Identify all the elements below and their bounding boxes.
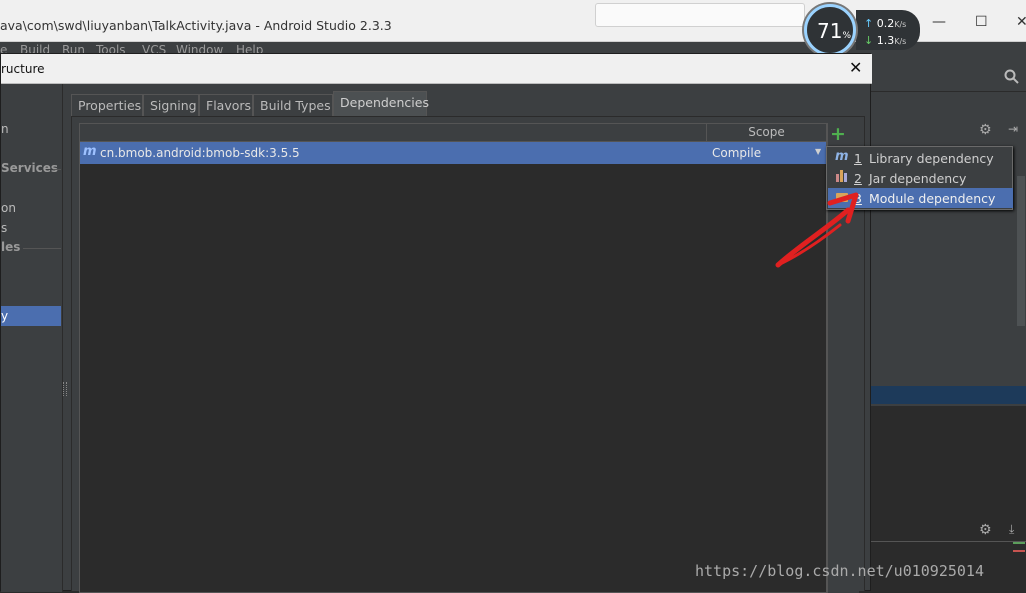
splitter-handle[interactable] (63, 382, 67, 396)
ide-window-title: ava\com\swd\liuyanban\TalkActivity.java … (0, 18, 392, 33)
left-section-modules: les (1, 240, 21, 254)
menu-item-label: Module dependency (869, 191, 996, 206)
maximize-button[interactable]: ☐ (975, 14, 988, 30)
status-mark (1013, 550, 1025, 552)
left-item[interactable]: n (1, 122, 9, 136)
settings-left-panel: n Services on s les y (1, 84, 63, 592)
divider (23, 248, 61, 249)
close-window-button[interactable]: ✕ (1016, 14, 1026, 30)
gear-icon[interactable]: ⚙ (979, 122, 992, 138)
dependencies-table: Scope m cn.bmob.android:bmob-sdk:3.5.5 C… (79, 123, 827, 593)
pin-icon[interactable]: ⇥ (1008, 122, 1018, 136)
tab-properties[interactable]: Properties (71, 94, 143, 116)
network-speed-widget: ↑ 0.2K/s ↓ 1.3K/s 71% (804, 4, 920, 56)
menu-item-number: 1 (854, 151, 862, 166)
watermark: https://blog.csdn.net/u010925014 (695, 562, 984, 580)
left-item[interactable]: on (1, 201, 16, 215)
left-item-selected[interactable]: y (1, 309, 8, 323)
editor-area (871, 406, 1026, 541)
download-icon[interactable]: ⤓ (1009, 522, 1014, 537)
annotation-arrow (775, 192, 859, 268)
tab-dependencies[interactable]: Dependencies (333, 91, 429, 116)
dependencies-panel: Scope m cn.bmob.android:bmob-sdk:3.5.5 C… (71, 116, 865, 593)
scope-select[interactable]: Compile (712, 146, 761, 160)
dialog-title: ructure (1, 62, 45, 76)
memory-usage-ring[interactable]: 71% (804, 4, 856, 56)
minimize-button[interactable]: — (932, 14, 946, 30)
maven-m-icon: m (83, 144, 97, 159)
menu-item-label: Jar dependency (869, 171, 967, 186)
tab-signing[interactable]: Signing (143, 94, 199, 116)
memory-percent: 71% (817, 19, 852, 43)
dialog-title-bar: ructure ✕ (1, 54, 872, 84)
upload-speed: ↑ 0.2K/s (864, 17, 907, 30)
status-mark (1013, 542, 1025, 544)
ide-right-panel: ⚙ ⇥ ⚙ ⤓ (871, 56, 1026, 591)
chevron-down-icon[interactable]: ▼ (815, 147, 821, 156)
browser-tab-fragment (595, 3, 805, 27)
menu-item-library-dependency[interactable]: m 1 Library dependency (828, 148, 1013, 168)
left-section-services: Services (1, 161, 59, 175)
search-icon[interactable] (1004, 69, 1020, 85)
menu-item-number: 2 (854, 171, 862, 186)
ide-right-toolbar (871, 56, 1026, 92)
download-speed: ↓ 1.3K/s (864, 34, 907, 47)
tab-flavors[interactable]: Flavors (199, 94, 253, 116)
close-icon[interactable]: ✕ (849, 58, 862, 77)
gear-icon[interactable]: ⚙ (979, 522, 992, 538)
scope-column-header[interactable]: Scope (706, 124, 826, 142)
menu-item-label: Library dependency (869, 151, 994, 166)
selected-line-strip (871, 386, 1026, 404)
add-dependency-button[interactable]: + (830, 123, 846, 145)
jar-icon (835, 169, 849, 185)
divider (53, 169, 61, 170)
left-item[interactable]: s (1, 221, 7, 235)
speed-panel: ↑ 0.2K/s ↓ 1.3K/s (856, 10, 920, 50)
tab-build-types[interactable]: Build Types (253, 94, 333, 116)
project-structure-dialog: ructure ✕ n Services on s les y Properti… (0, 53, 872, 593)
left-selected-item[interactable] (1, 306, 61, 326)
scrollbar[interactable] (1017, 176, 1025, 326)
table-row[interactable]: m cn.bmob.android:bmob-sdk:3.5.5 Compile… (80, 142, 826, 164)
maven-m-icon: m (835, 149, 849, 164)
table-header: Scope (80, 124, 826, 142)
dependency-name: cn.bmob.android:bmob-sdk:3.5.5 (100, 146, 300, 160)
